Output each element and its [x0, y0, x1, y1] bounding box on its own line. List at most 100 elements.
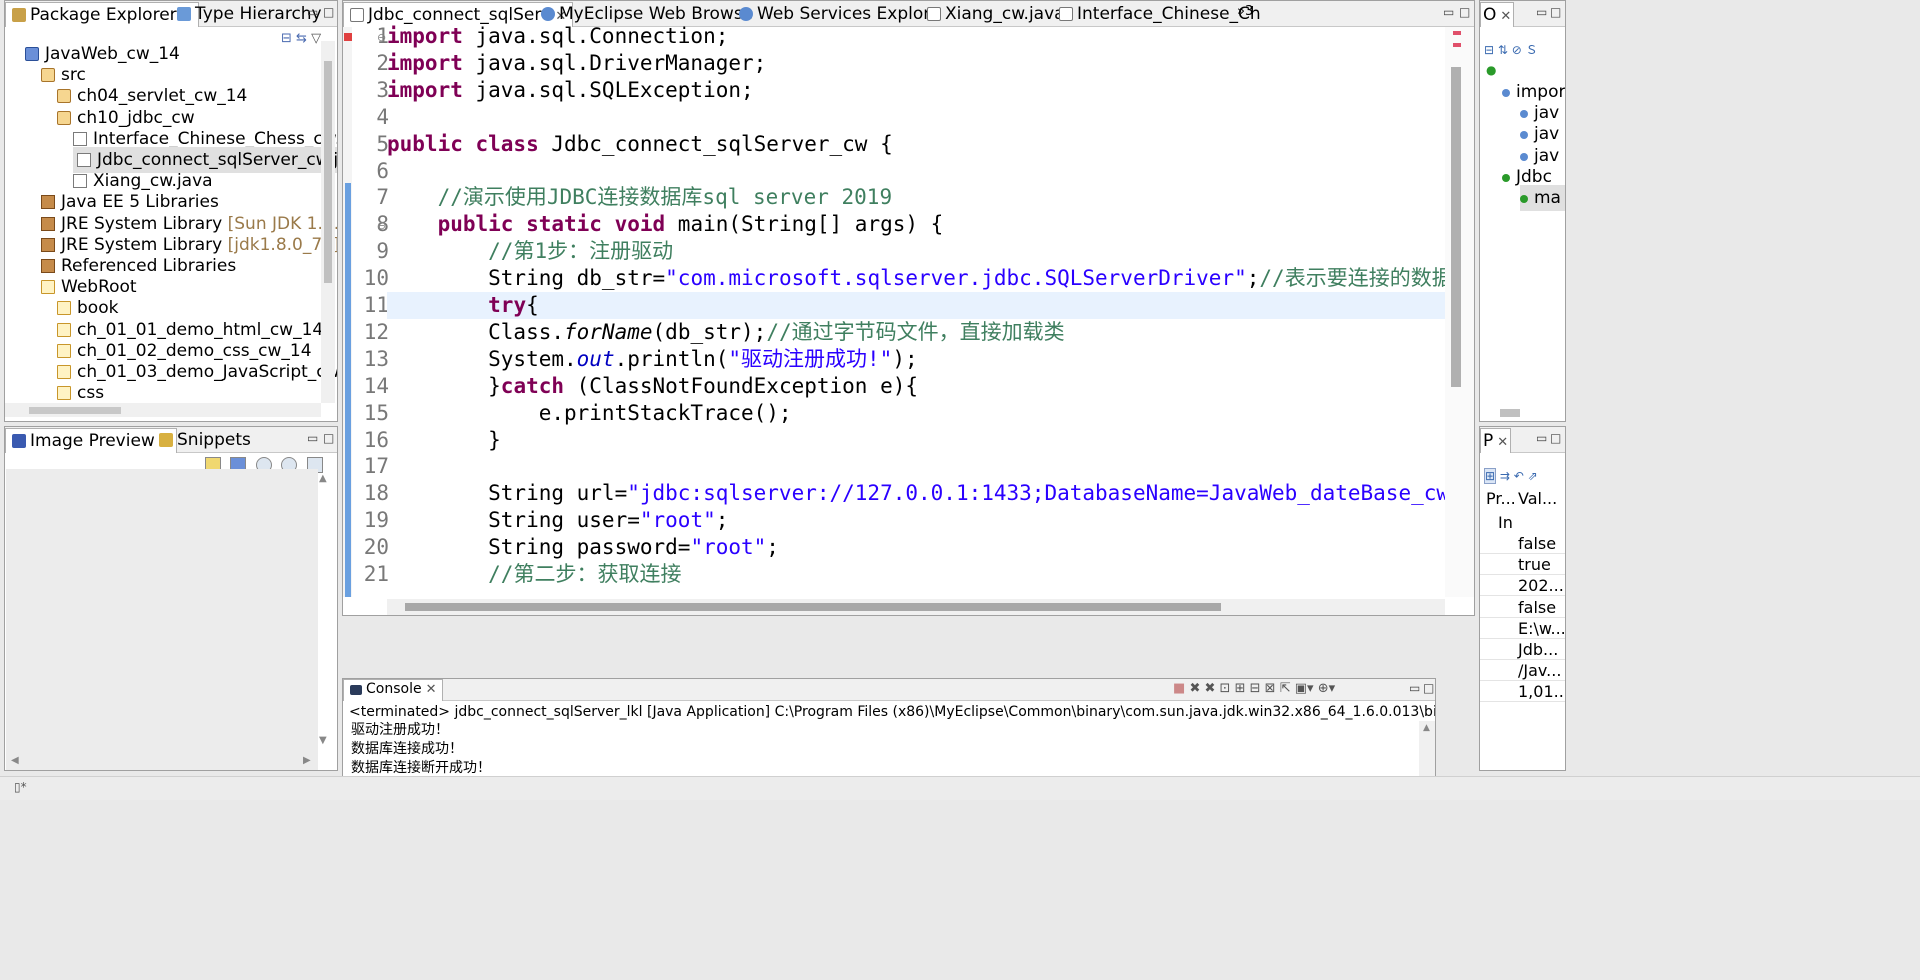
- property-row[interactable]: Jdb...: [1480, 639, 1565, 660]
- tab-outline[interactable]: O ✕: [1480, 2, 1515, 27]
- hide-nonpublic-icon[interactable]: ●: [1486, 63, 1496, 77]
- scroll-up-arrow-icon[interactable]: ▲: [1423, 723, 1430, 733]
- minimize-icon[interactable]: ▭: [307, 5, 318, 19]
- tab-snippets[interactable]: Snippets: [153, 428, 257, 453]
- maximize-icon[interactable]: □: [1550, 431, 1561, 445]
- scrollbar-thumb[interactable]: [29, 407, 121, 414]
- scroll-right-arrow-icon[interactable]: ▶: [303, 755, 311, 766]
- maximize-icon[interactable]: □: [1423, 681, 1434, 695]
- close-icon[interactable]: ✕: [1497, 435, 1508, 450]
- code-line[interactable]: //第1步：注册驱动: [387, 238, 673, 265]
- property-row[interactable]: 202...: [1480, 575, 1565, 597]
- line-number: 5: [376, 131, 389, 156]
- close-icon[interactable]: ✕: [426, 682, 437, 697]
- editor-vertical-scrollbar[interactable]: [1445, 27, 1474, 597]
- code-line[interactable]: public static void main(String[] args) {: [387, 211, 944, 238]
- minimize-icon[interactable]: ▭: [307, 431, 318, 445]
- clear-console-icon[interactable]: ⊡: [1220, 681, 1231, 696]
- scroll-down-arrow-icon[interactable]: ▼: [319, 735, 327, 746]
- image-preview-panel: Image Preview✕ Snippets ▭ □ ▲ ▼ ◀ ▶: [4, 426, 338, 771]
- property-row[interactable]: true: [1480, 554, 1565, 576]
- open-console-icon[interactable]: ⇱: [1280, 681, 1291, 696]
- tab-image-preview[interactable]: Image Preview✕: [5, 428, 177, 453]
- minimize-icon[interactable]: ▭: [1443, 5, 1454, 19]
- code-line[interactable]: System.out.println("驱动注册成功!");: [387, 346, 917, 373]
- code-line[interactable]: }catch (ClassNotFoundException e){: [387, 373, 918, 400]
- pin-console-icon[interactable]: ⊠: [1265, 681, 1276, 696]
- code-line[interactable]: }: [387, 427, 501, 454]
- maximize-icon[interactable]: □: [323, 431, 334, 445]
- fold-icon[interactable]: ⊖: [377, 219, 386, 232]
- categories-icon[interactable]: ⊞: [1484, 468, 1497, 484]
- scrollbar-thumb[interactable]: [405, 603, 1221, 611]
- sort-icon[interactable]: ⇅: [1498, 43, 1508, 57]
- maximize-icon[interactable]: □: [1550, 5, 1561, 19]
- tree-vertical-scrollbar[interactable]: [321, 41, 335, 403]
- collapse-icon[interactable]: ⊟: [1484, 43, 1494, 57]
- minimize-icon[interactable]: ▭: [1409, 681, 1420, 695]
- error-marker-icon[interactable]: [344, 33, 352, 41]
- property-row[interactable]: E:\w...: [1480, 618, 1565, 639]
- code-line[interactable]: public class Jdbc_connect_sqlServer_cw {: [387, 131, 893, 158]
- code-area[interactable]: import java.sql.Connection; import java.s…: [387, 23, 1445, 599]
- display-console-icon[interactable]: ▣▾: [1295, 681, 1314, 696]
- import-icon: [1520, 110, 1528, 119]
- terminate-icon[interactable]: ■: [1173, 681, 1185, 696]
- line-number: 15: [363, 400, 389, 425]
- tab-console[interactable]: Console ✕: [343, 679, 444, 701]
- properties-group[interactable]: In: [1498, 513, 1513, 532]
- outline-item[interactable]: ma: [1520, 185, 1565, 211]
- hide-fields-icon[interactable]: ⊘: [1512, 43, 1522, 57]
- code-line[interactable]: Class.forName(db_str);//通过字节码文件，直接加载类: [387, 319, 1064, 346]
- filter-icon[interactable]: ⇉: [1500, 469, 1510, 483]
- remove-all-icon[interactable]: ✖: [1204, 681, 1215, 696]
- tab-label: Jdbc_connect_sqlServ: [368, 5, 552, 25]
- scroll-up-arrow-icon[interactable]: ▲: [319, 473, 327, 484]
- scrollbar-thumb[interactable]: [324, 61, 332, 283]
- code-line[interactable]: //演示使用JDBC连接数据库sql server 2019: [387, 184, 893, 211]
- outline-horizontal-scrollbar[interactable]: [1500, 409, 1520, 417]
- tab-package-explorer[interactable]: Package Explorer✕: [5, 2, 199, 27]
- hide-static-icon[interactable]: Ｓ: [1526, 43, 1538, 57]
- maximize-icon[interactable]: □: [1459, 5, 1470, 19]
- new-console-icon[interactable]: ⊕▾: [1318, 681, 1335, 696]
- maximize-icon[interactable]: □: [323, 5, 334, 19]
- fold-icon[interactable]: ⊖: [377, 31, 386, 44]
- close-icon[interactable]: ✕: [1500, 9, 1511, 24]
- scroll-lock-icon[interactable]: ⊞: [1235, 681, 1246, 696]
- tab-properties[interactable]: P ✕: [1480, 428, 1512, 453]
- property-row[interactable]: 1,01...: [1480, 681, 1565, 703]
- code-line[interactable]: String user="root";: [387, 507, 728, 534]
- property-column-header[interactable]: Pr...: [1486, 489, 1516, 508]
- word-wrap-icon[interactable]: ⊟: [1250, 681, 1261, 696]
- restore-default-icon[interactable]: ↶: [1514, 469, 1524, 483]
- code-line[interactable]: import java.sql.SQLException;: [387, 77, 754, 104]
- code-line[interactable]: String url="jdbc:sqlserver://127.0.0.1:1…: [387, 480, 1445, 507]
- code-line[interactable]: e.printStackTrace();: [387, 400, 792, 427]
- code-line[interactable]: import java.sql.DriverManager;: [387, 50, 766, 77]
- outline-toolbar: ⊟ ⇅ ⊘ Ｓ: [1484, 41, 1538, 58]
- fast-view-icon[interactable]: ▯*: [14, 780, 27, 794]
- properties-toolbar: ⊞ ⇉ ↶ ⇗: [1484, 468, 1538, 484]
- code-line[interactable]: String password="root";: [387, 534, 779, 561]
- scrollbar-thumb[interactable]: [1451, 67, 1461, 387]
- minimize-icon[interactable]: ▭: [1536, 431, 1547, 445]
- code-line[interactable]: try{: [387, 292, 539, 319]
- code-line[interactable]: import java.sql.Connection;: [387, 23, 728, 50]
- tree-horizontal-scrollbar[interactable]: [5, 403, 321, 417]
- property-row[interactable]: /Jav...: [1480, 660, 1565, 682]
- value-column-header[interactable]: Val...: [1518, 489, 1557, 508]
- code-line[interactable]: //第二步：获取连接: [387, 561, 681, 588]
- library-icon: [41, 259, 55, 273]
- editor-horizontal-scrollbar[interactable]: [387, 599, 1445, 615]
- pin-icon[interactable]: ⇗: [1528, 469, 1538, 483]
- scroll-left-arrow-icon[interactable]: ◀: [11, 755, 19, 766]
- console-tabbar: Console ✕ ■ ✖ ✖ ⊡ ⊞ ⊟ ⊠ ⇱ ▣▾ ⊕▾ ▭ □: [343, 679, 1435, 701]
- property-row[interactable]: false: [1480, 533, 1565, 554]
- minimize-icon[interactable]: ▭: [1536, 5, 1547, 19]
- remove-launch-icon[interactable]: ✖: [1189, 681, 1200, 696]
- property-row[interactable]: false: [1480, 597, 1565, 618]
- tab-type-hierarchy[interactable]: Type Hierarchy: [171, 2, 328, 27]
- code-line[interactable]: String db_str="com.microsoft.sqlserver.j…: [387, 265, 1445, 292]
- folder-icon: [57, 301, 71, 316]
